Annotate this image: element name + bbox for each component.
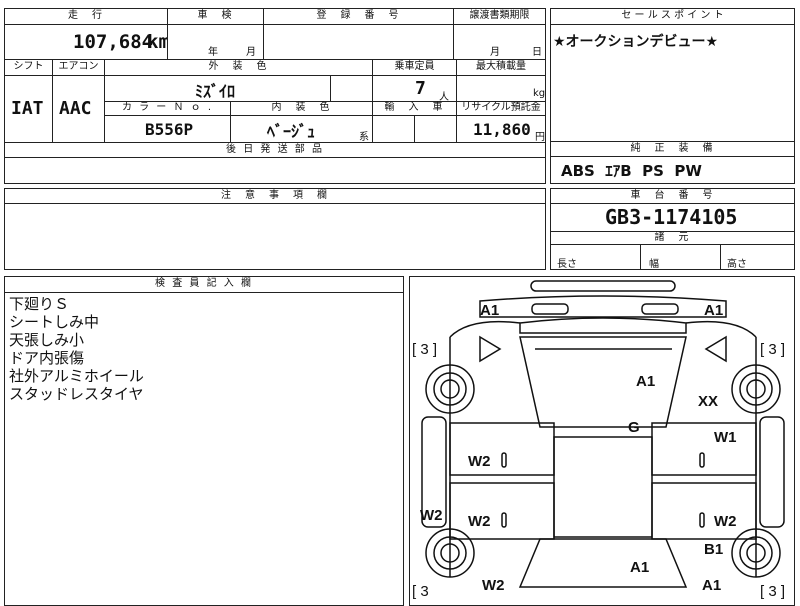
- registration-label: 登 録 番 号: [264, 9, 453, 25]
- capacity-value: 7: [415, 78, 426, 99]
- recycle-value: 11,860: [473, 120, 531, 139]
- mark-w2-l2: W2: [468, 513, 491, 530]
- spec-box: シフト エアコン 外 装 色 乗車定員 最大積載量 IAT AAC ﾐｽﾞｲﾛ …: [4, 59, 546, 143]
- colorno-label: カ ラ ー Ｎ ｏ .: [105, 102, 231, 116]
- aircon-label: エアコン: [53, 60, 105, 76]
- color-value: ﾐｽﾞｲﾛ: [195, 82, 236, 101]
- load-unit: kg: [533, 88, 546, 99]
- recycle-label: リサイクル預託金: [457, 102, 545, 116]
- tire-br: [ 3 ]: [760, 583, 786, 600]
- later-parts-label: 後 日 発 送 部 品: [5, 143, 545, 158]
- chassis-label: 車 台 番 号: [551, 189, 794, 204]
- width-label: 幅: [649, 259, 659, 270]
- colorno-value: B556P: [145, 120, 194, 139]
- shift-label: シフト: [5, 60, 53, 76]
- capacity-label: 乗車定員: [373, 60, 457, 76]
- inspection-box: 車 検 年 月: [167, 8, 264, 60]
- tire-tr: [ 3 ]: [760, 341, 786, 358]
- mark-w2-side: W2: [420, 507, 443, 524]
- mark-b1: B1: [704, 541, 724, 558]
- note-line: シートしみ中: [9, 313, 100, 331]
- mark-w1: W1: [714, 429, 737, 446]
- genuine-label: 純 正 装 備: [551, 142, 794, 157]
- salespoint-label: セ ー ル ス ポ イ ン ト: [551, 9, 794, 25]
- interior-suffix: 系: [359, 132, 369, 143]
- import-cell-b: [415, 116, 457, 142]
- mark-a1-tl: A1: [480, 302, 500, 319]
- genuine-value: ABS ｴｱB PS PW: [561, 162, 702, 180]
- mileage-label: 走 行: [5, 9, 167, 25]
- mark-xx: XX: [698, 393, 719, 410]
- color-cell-extra: [331, 76, 373, 102]
- import-label: 輸 入 車: [373, 102, 457, 116]
- mark-g: G: [628, 419, 640, 436]
- transfer-day: 日: [532, 47, 542, 58]
- inspector-label: 検 査 員 記 入 欄: [5, 277, 403, 293]
- inspector-notes: 下廻りＳ シートしみ中 天張しみ小 ドア内張傷 社外アルミホイール スタッドレス…: [9, 295, 144, 403]
- mark-w2-r: W2: [714, 513, 737, 530]
- mark-w2-bl: W2: [482, 577, 505, 594]
- capacity-unit: 人: [439, 92, 449, 103]
- inspection-month: 月: [246, 47, 256, 58]
- interior-label: 内 装 色: [231, 102, 373, 116]
- mark-a1-rear: A1: [630, 559, 650, 576]
- registration-box: 登 録 番 号: [263, 8, 454, 60]
- salespoint-box: セ ー ル ス ポ イ ン ト ★オークションデビュー★: [550, 8, 795, 142]
- chassis-value: GB3-1174105: [605, 205, 738, 229]
- mileage-box: 走 行 107,684 km: [4, 8, 170, 60]
- transfer-label: 譲渡書類期限: [454, 9, 545, 25]
- car-diagram-box: [ 3 ] [ 3 ] [ 3 [ 3 ] A1 A1 A1 XX G W1 W…: [409, 276, 795, 606]
- mark-w2-l1: W2: [468, 453, 491, 470]
- note-line: 下廻りＳ: [9, 295, 70, 313]
- height-label: 高さ: [727, 259, 747, 270]
- note-line: 天張しみ小: [9, 331, 85, 349]
- load-cell: [457, 76, 545, 102]
- inspection-year: 年: [208, 47, 218, 58]
- tire-bl: [ 3: [412, 583, 429, 600]
- shift-value: IAT: [11, 98, 44, 119]
- dims-label: 諸 元: [551, 231, 794, 245]
- car-diagram: [421, 280, 785, 588]
- mark-a1-tr: A1: [704, 302, 724, 319]
- import-cell-a: [373, 116, 415, 142]
- inspector-box: 検 査 員 記 入 欄 下廻りＳ シートしみ中 天張しみ小 ドア内張傷 社外アル…: [4, 276, 404, 606]
- mark-a1-hood: A1: [636, 373, 656, 390]
- chassis-box: 車 台 番 号 GB3-1174105 諸 元 長さ 幅 高さ: [550, 188, 795, 270]
- caution-label: 注 意 事 項 欄: [5, 189, 545, 204]
- note-line: 社外アルミホイール: [9, 367, 144, 385]
- caution-box: 注 意 事 項 欄: [4, 188, 546, 270]
- inspection-label: 車 検: [168, 9, 263, 25]
- note-line: ドア内張傷: [9, 349, 85, 367]
- recycle-unit: 円: [535, 132, 545, 143]
- genuine-box: 純 正 装 備 ABS ｴｱB PS PW: [550, 141, 795, 184]
- color-label: 外 装 色: [105, 60, 373, 76]
- tire-tl: [ 3 ]: [412, 341, 438, 358]
- later-parts-box: 後 日 発 送 部 品: [4, 142, 546, 184]
- mileage-value: 107,684: [73, 31, 154, 53]
- length-label: 長さ: [557, 259, 577, 270]
- transfer-month: 月: [490, 47, 500, 58]
- transfer-box: 譲渡書類期限 月 日: [453, 8, 546, 60]
- aircon-value: AAC: [59, 98, 92, 119]
- load-label: 最大積載量: [457, 60, 545, 76]
- salespoint-text: ★オークションデビュー★: [553, 34, 719, 50]
- note-line: スタッドレスタイヤ: [9, 385, 144, 403]
- mark-a1-br: A1: [702, 577, 722, 594]
- interior-value: ﾍﾞｰｼﾞｭ: [267, 122, 316, 141]
